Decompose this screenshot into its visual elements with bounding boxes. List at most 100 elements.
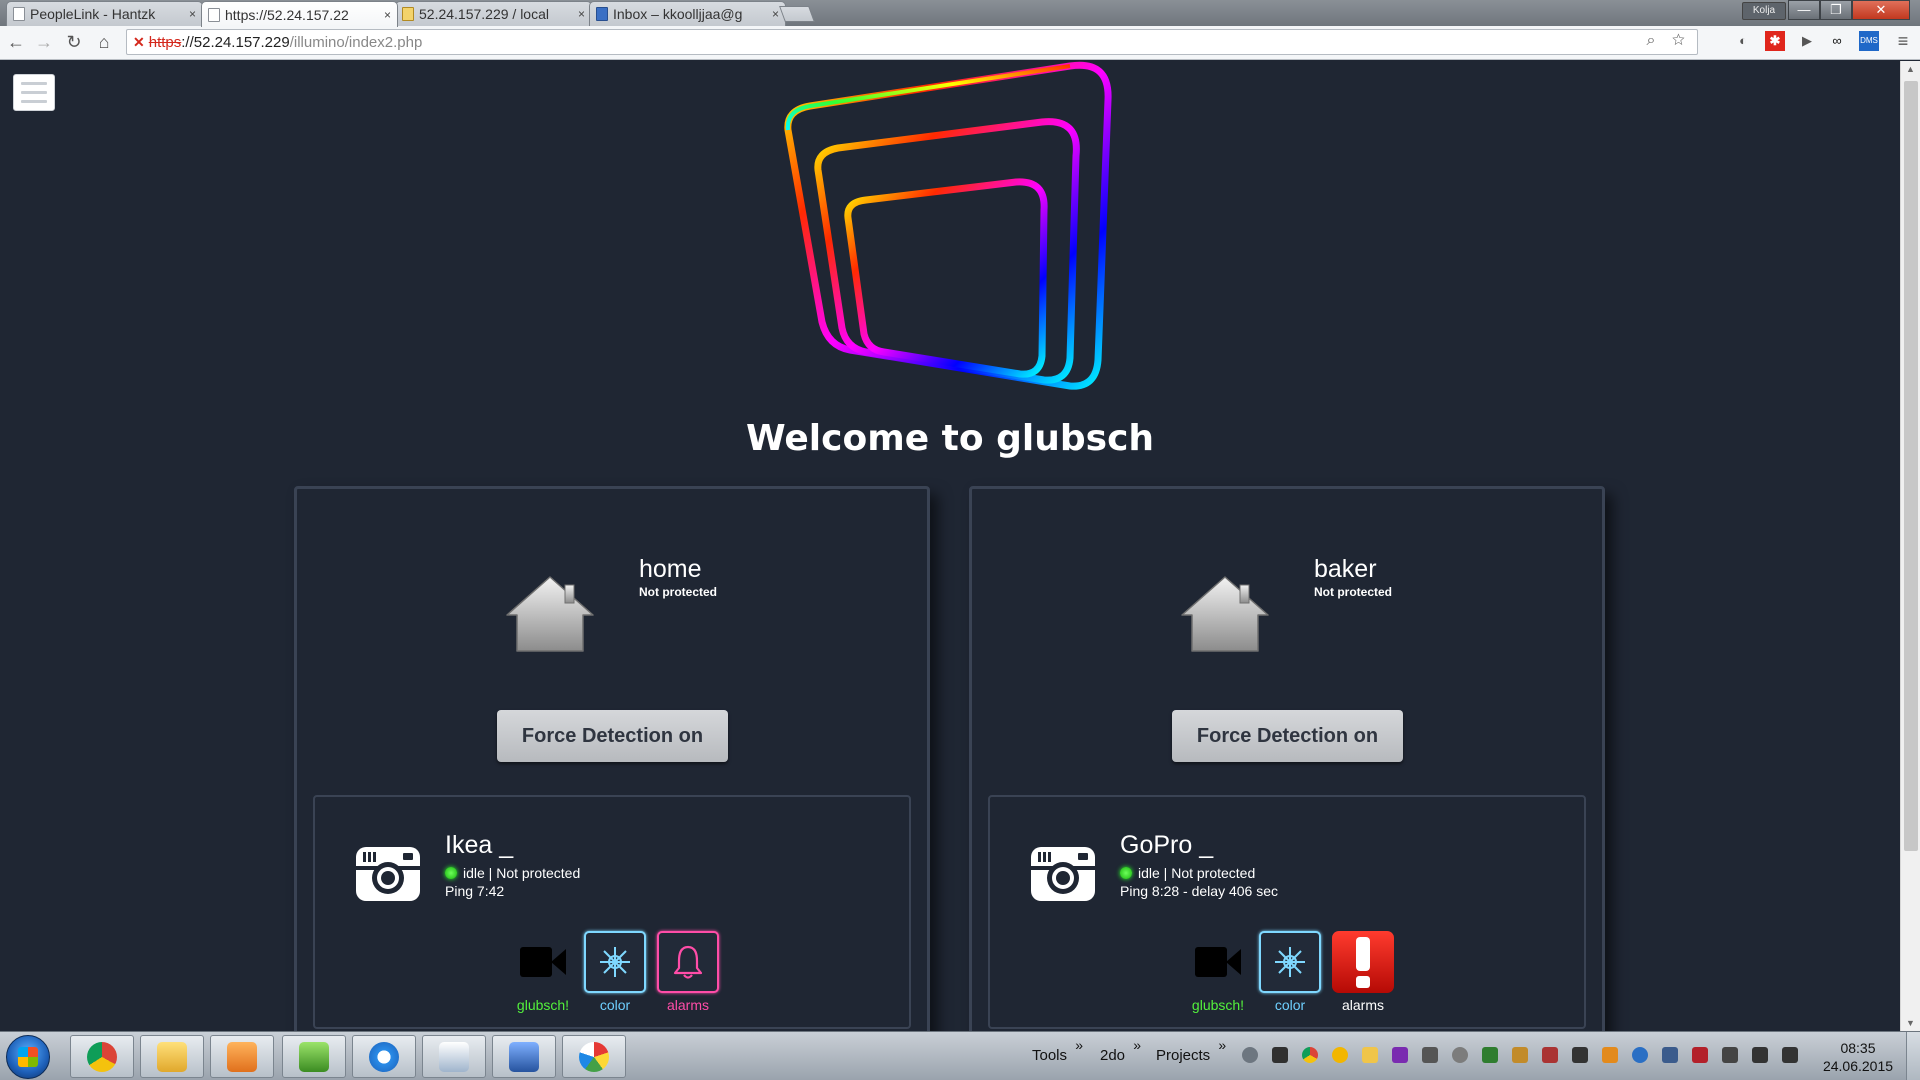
location-card-home: home Not protected Force Detection on Ik… — [294, 486, 930, 1046]
chevron-icon[interactable]: » — [1075, 1037, 1083, 1053]
scroll-down-icon[interactable]: ▼ — [1901, 1015, 1920, 1031]
scroll-up-icon[interactable]: ▲ — [1901, 61, 1920, 77]
tray-sun-icon[interactable] — [1332, 1047, 1348, 1063]
close-window-button[interactable]: ✕ — [1852, 0, 1910, 20]
tray-shield-icon[interactable] — [1242, 1047, 1258, 1063]
tab-close-icon[interactable]: × — [578, 7, 585, 21]
app-icon — [299, 1041, 329, 1072]
tab-title: https://52.24.157.22 — [225, 6, 349, 23]
show-desktop-button[interactable] — [1906, 1032, 1920, 1080]
minimize-button[interactable]: — — [1788, 0, 1820, 20]
folder-icon — [157, 1041, 187, 1072]
device-status: idle | Not protected — [445, 865, 580, 881]
page-title: Welcome to glubsch — [745, 418, 1155, 459]
play-icon[interactable]: ▶ — [1797, 31, 1817, 51]
tab-peoplelink[interactable]: PeopleLink - Hantzk × — [6, 1, 203, 26]
color-button[interactable]: color — [1258, 931, 1322, 1013]
color-button[interactable]: color — [583, 931, 647, 1013]
taskbar-app-green[interactable] — [282, 1035, 346, 1078]
taskbar-remote[interactable] — [492, 1035, 556, 1078]
chevron-icon[interactable]: » — [1133, 1037, 1141, 1053]
tab-title: 52.24.157.229 / local — [419, 6, 549, 22]
clock-date: 24.06.2015 — [1822, 1058, 1894, 1074]
tab-close-icon[interactable]: × — [384, 8, 391, 22]
alarms-button[interactable]: alarms — [1331, 931, 1395, 1013]
tray-tools-icon[interactable] — [1512, 1047, 1528, 1063]
force-detection-button[interactable]: Force Detection on — [497, 710, 728, 762]
status-dot-icon — [1120, 867, 1132, 879]
taskbar-explorer[interactable] — [140, 1035, 204, 1078]
profile-badge[interactable]: Kolja — [1742, 2, 1786, 20]
red-extension-icon[interactable]: ✱ — [1765, 31, 1785, 51]
maximize-button[interactable]: ❐ — [1820, 0, 1852, 20]
tray-onenote-icon[interactable] — [1392, 1047, 1408, 1063]
scrollbar[interactable]: ▲ ▼ — [1900, 61, 1920, 1031]
chevron-icon[interactable]: » — [1218, 1037, 1226, 1053]
tray-globe-icon[interactable] — [1452, 1047, 1468, 1063]
reload-button[interactable]: ↻ — [62, 30, 86, 54]
device-name: Ikea _ — [445, 831, 514, 859]
status-dot-icon — [445, 867, 457, 879]
outlook-icon — [227, 1041, 257, 1072]
tab-inbox[interactable]: Inbox – kkoolljjaa@g × — [589, 1, 786, 26]
toolbar-2do[interactable]: 2do » — [1100, 1037, 1141, 1064]
glubsch-button[interactable]: glubsch! — [511, 931, 575, 1013]
forward-button[interactable]: → — [32, 30, 56, 54]
action-label: alarms — [1341, 997, 1384, 1013]
device-status: idle | Not protected — [1120, 865, 1255, 881]
tray-usb-icon[interactable] — [1722, 1047, 1738, 1063]
menu-button[interactable] — [13, 74, 55, 111]
zoom-bookmark-icons[interactable]: ⌕ ☆ — [1647, 32, 1691, 50]
tray-app-icon[interactable] — [1422, 1047, 1438, 1063]
tray-network-icon[interactable] — [1482, 1047, 1498, 1063]
bell-icon — [673, 945, 703, 979]
taskbar-clock[interactable]: 08:35 24.06.2015 — [1818, 1039, 1898, 1075]
mail-icon — [596, 7, 608, 21]
tray-car-icon[interactable] — [1542, 1047, 1558, 1063]
tray-signal-icon[interactable] — [1752, 1047, 1768, 1063]
camera-icon — [1031, 847, 1095, 901]
device-card-gopro: GoPro _ idle | Not protected Ping 8:28 -… — [988, 795, 1586, 1029]
address-bar[interactable]: ✕ https://52.24.157.229/illumino/index2.… — [126, 29, 1698, 55]
location-name: baker — [1314, 555, 1377, 583]
alarms-button[interactable]: alarms — [656, 931, 720, 1013]
taskbar-ie[interactable] — [352, 1035, 416, 1078]
tray-monitor-icon[interactable] — [1662, 1047, 1678, 1063]
tab-glubsch[interactable]: https://52.24.157.22 × — [201, 1, 398, 27]
tab-phpmyadmin[interactable]: 52.24.157.229 / local × — [395, 1, 592, 26]
toolbar-projects[interactable]: Projects » — [1156, 1037, 1226, 1064]
glubsch-button[interactable]: glubsch! — [1186, 931, 1250, 1013]
tray-sync-icon[interactable] — [1632, 1047, 1648, 1063]
menu-icon[interactable]: ≡ — [1893, 31, 1913, 51]
home-button[interactable]: ⌂ — [92, 30, 116, 54]
tray-mail-icon[interactable] — [1362, 1047, 1378, 1063]
dms-icon[interactable]: DMS — [1859, 31, 1879, 51]
remote-desktop-icon — [509, 1041, 539, 1072]
new-tab-button[interactable] — [779, 6, 815, 22]
tray-glasses-icon[interactable] — [1572, 1047, 1588, 1063]
shield-icon[interactable]: ◐ — [1733, 31, 1753, 51]
taskbar-chrome[interactable] — [70, 1035, 134, 1078]
tray-antivirus-icon[interactable] — [1692, 1047, 1708, 1063]
insecure-lock-icon[interactable]: ✕ — [133, 34, 145, 51]
tab-close-icon[interactable]: × — [772, 7, 779, 21]
tray-chrome-icon[interactable] — [1302, 1047, 1318, 1063]
glasses-icon[interactable]: ∞ — [1827, 31, 1847, 51]
url-host: ://52.24.157.229 — [181, 33, 290, 51]
taskbar-outlook[interactable] — [210, 1035, 274, 1078]
device-name: GoPro _ — [1120, 831, 1214, 859]
back-button[interactable]: ← — [4, 30, 28, 54]
camera-icon — [356, 847, 420, 901]
tab-close-icon[interactable]: × — [189, 7, 196, 21]
tray-bell-icon[interactable] — [1272, 1047, 1288, 1063]
house-icon — [1181, 576, 1269, 652]
device-status-text: idle | Not protected — [463, 865, 581, 881]
scroll-thumb[interactable] — [1904, 81, 1918, 851]
force-detection-button[interactable]: Force Detection on — [1172, 710, 1403, 762]
tray-volume-muted-icon[interactable] — [1782, 1047, 1798, 1063]
tray-outlook-icon[interactable] — [1602, 1047, 1618, 1063]
start-button[interactable] — [6, 1035, 50, 1079]
taskbar-paint[interactable] — [562, 1035, 626, 1078]
taskbar-document[interactable] — [422, 1035, 486, 1078]
toolbar-tools[interactable]: Tools » — [1032, 1037, 1083, 1064]
